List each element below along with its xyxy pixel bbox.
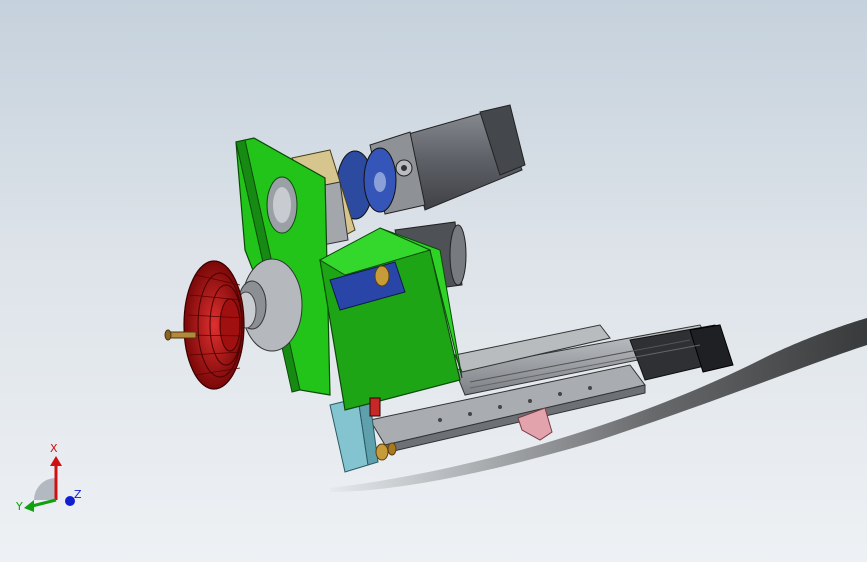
triad-backdrop	[34, 478, 56, 500]
y-axis-label: Y	[15, 500, 23, 513]
graphics-viewport[interactable]: X Y Z	[0, 0, 867, 562]
motor-housing-box[interactable]	[318, 227, 463, 417]
orientation-triad[interactable]: X Y Z	[14, 440, 94, 520]
y-axis-arrow	[31, 498, 57, 508]
y-axis-arrowhead	[24, 500, 34, 512]
spindle-hub[interactable]	[235, 258, 303, 352]
brass-fitting[interactable]	[375, 442, 397, 461]
shaft-end-fitting[interactable]	[164, 329, 197, 341]
x-axis-label: X	[50, 442, 58, 455]
grinding-wheel-pulley[interactable]	[183, 260, 245, 390]
x-axis-arrowhead	[50, 456, 62, 466]
z-axis-label: Z	[74, 488, 82, 501]
model-scene[interactable]	[0, 0, 867, 562]
